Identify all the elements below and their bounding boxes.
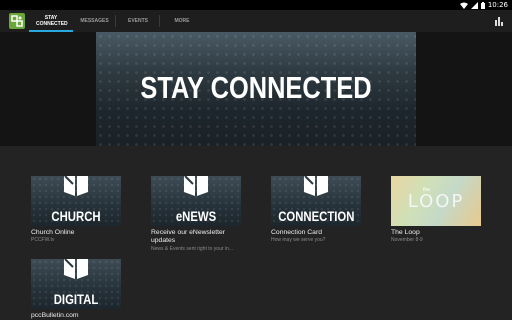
card-title: The Loop [391, 229, 420, 236]
thumbnail-text: CHURCH [51, 209, 101, 224]
tab-more[interactable]: MORE [160, 10, 204, 32]
app-bar: STAY CONNECTED MESSAGES EVENTS MORE [0, 10, 512, 32]
tab-label: STAY CONNECTED [36, 15, 68, 27]
status-time: 10:26 [487, 1, 508, 9]
card-grid: CHURCH Church Online PCCFW.tv eNEWS Rece… [0, 146, 512, 320]
card-thumbnail: CHURCH [31, 176, 121, 226]
card-thumbnail: the LOOP [391, 176, 481, 226]
tab-label: MORE [174, 18, 190, 24]
tab-label: EVENTS [127, 18, 148, 24]
card-thumbnail: DIGITAL [31, 259, 121, 309]
card-title: Connection Card [271, 229, 323, 236]
tab-label: MESSAGES [80, 18, 109, 24]
app-logo[interactable] [9, 13, 25, 29]
thumbnail-text: DIGITAL [53, 292, 99, 307]
thumbnail-text: CONNECTION [278, 209, 355, 224]
status-icons: 10:26 [459, 0, 508, 10]
book-icon [64, 259, 88, 279]
tab-messages[interactable]: MESSAGES [73, 10, 116, 32]
card-subtitle: How may we serve you? [271, 237, 326, 243]
battery-icon [480, 1, 485, 9]
signal-icon [470, 1, 478, 9]
app-logo-icon [11, 15, 23, 27]
thumbnail-text: LOOP [407, 191, 465, 212]
card-thumbnail: CONNECTION [271, 176, 361, 226]
tab-bar: STAY CONNECTED MESSAGES EVENTS MORE [29, 10, 204, 32]
book-icon [184, 176, 208, 196]
card-title: Receive our eNewsletter updates [151, 229, 226, 244]
book-icon [304, 176, 328, 196]
hero-image: STAY CONNECTED [96, 32, 416, 146]
wifi-icon [459, 2, 468, 9]
tab-events[interactable]: EVENTS [116, 10, 160, 32]
thumbnail-text: eNEWS [175, 209, 217, 224]
status-bar: 10:26 [0, 0, 512, 10]
card-subtitle: PCCFW.tv [31, 237, 55, 243]
card-title: pccBulletin.com [31, 312, 79, 319]
tab-stay-connected[interactable]: STAY CONNECTED [29, 10, 73, 32]
card-thumbnail: eNEWS [151, 176, 241, 226]
book-icon [64, 176, 88, 196]
card-subtitle: News & Events sent right to your in... [151, 246, 233, 252]
card-subtitle: November 8-9 [391, 237, 423, 243]
card-title: Church Online [31, 229, 75, 236]
chart-icon[interactable] [494, 16, 504, 26]
hero-banner: STAY CONNECTED [0, 32, 512, 146]
hero-title: STAY CONNECTED [140, 70, 372, 105]
